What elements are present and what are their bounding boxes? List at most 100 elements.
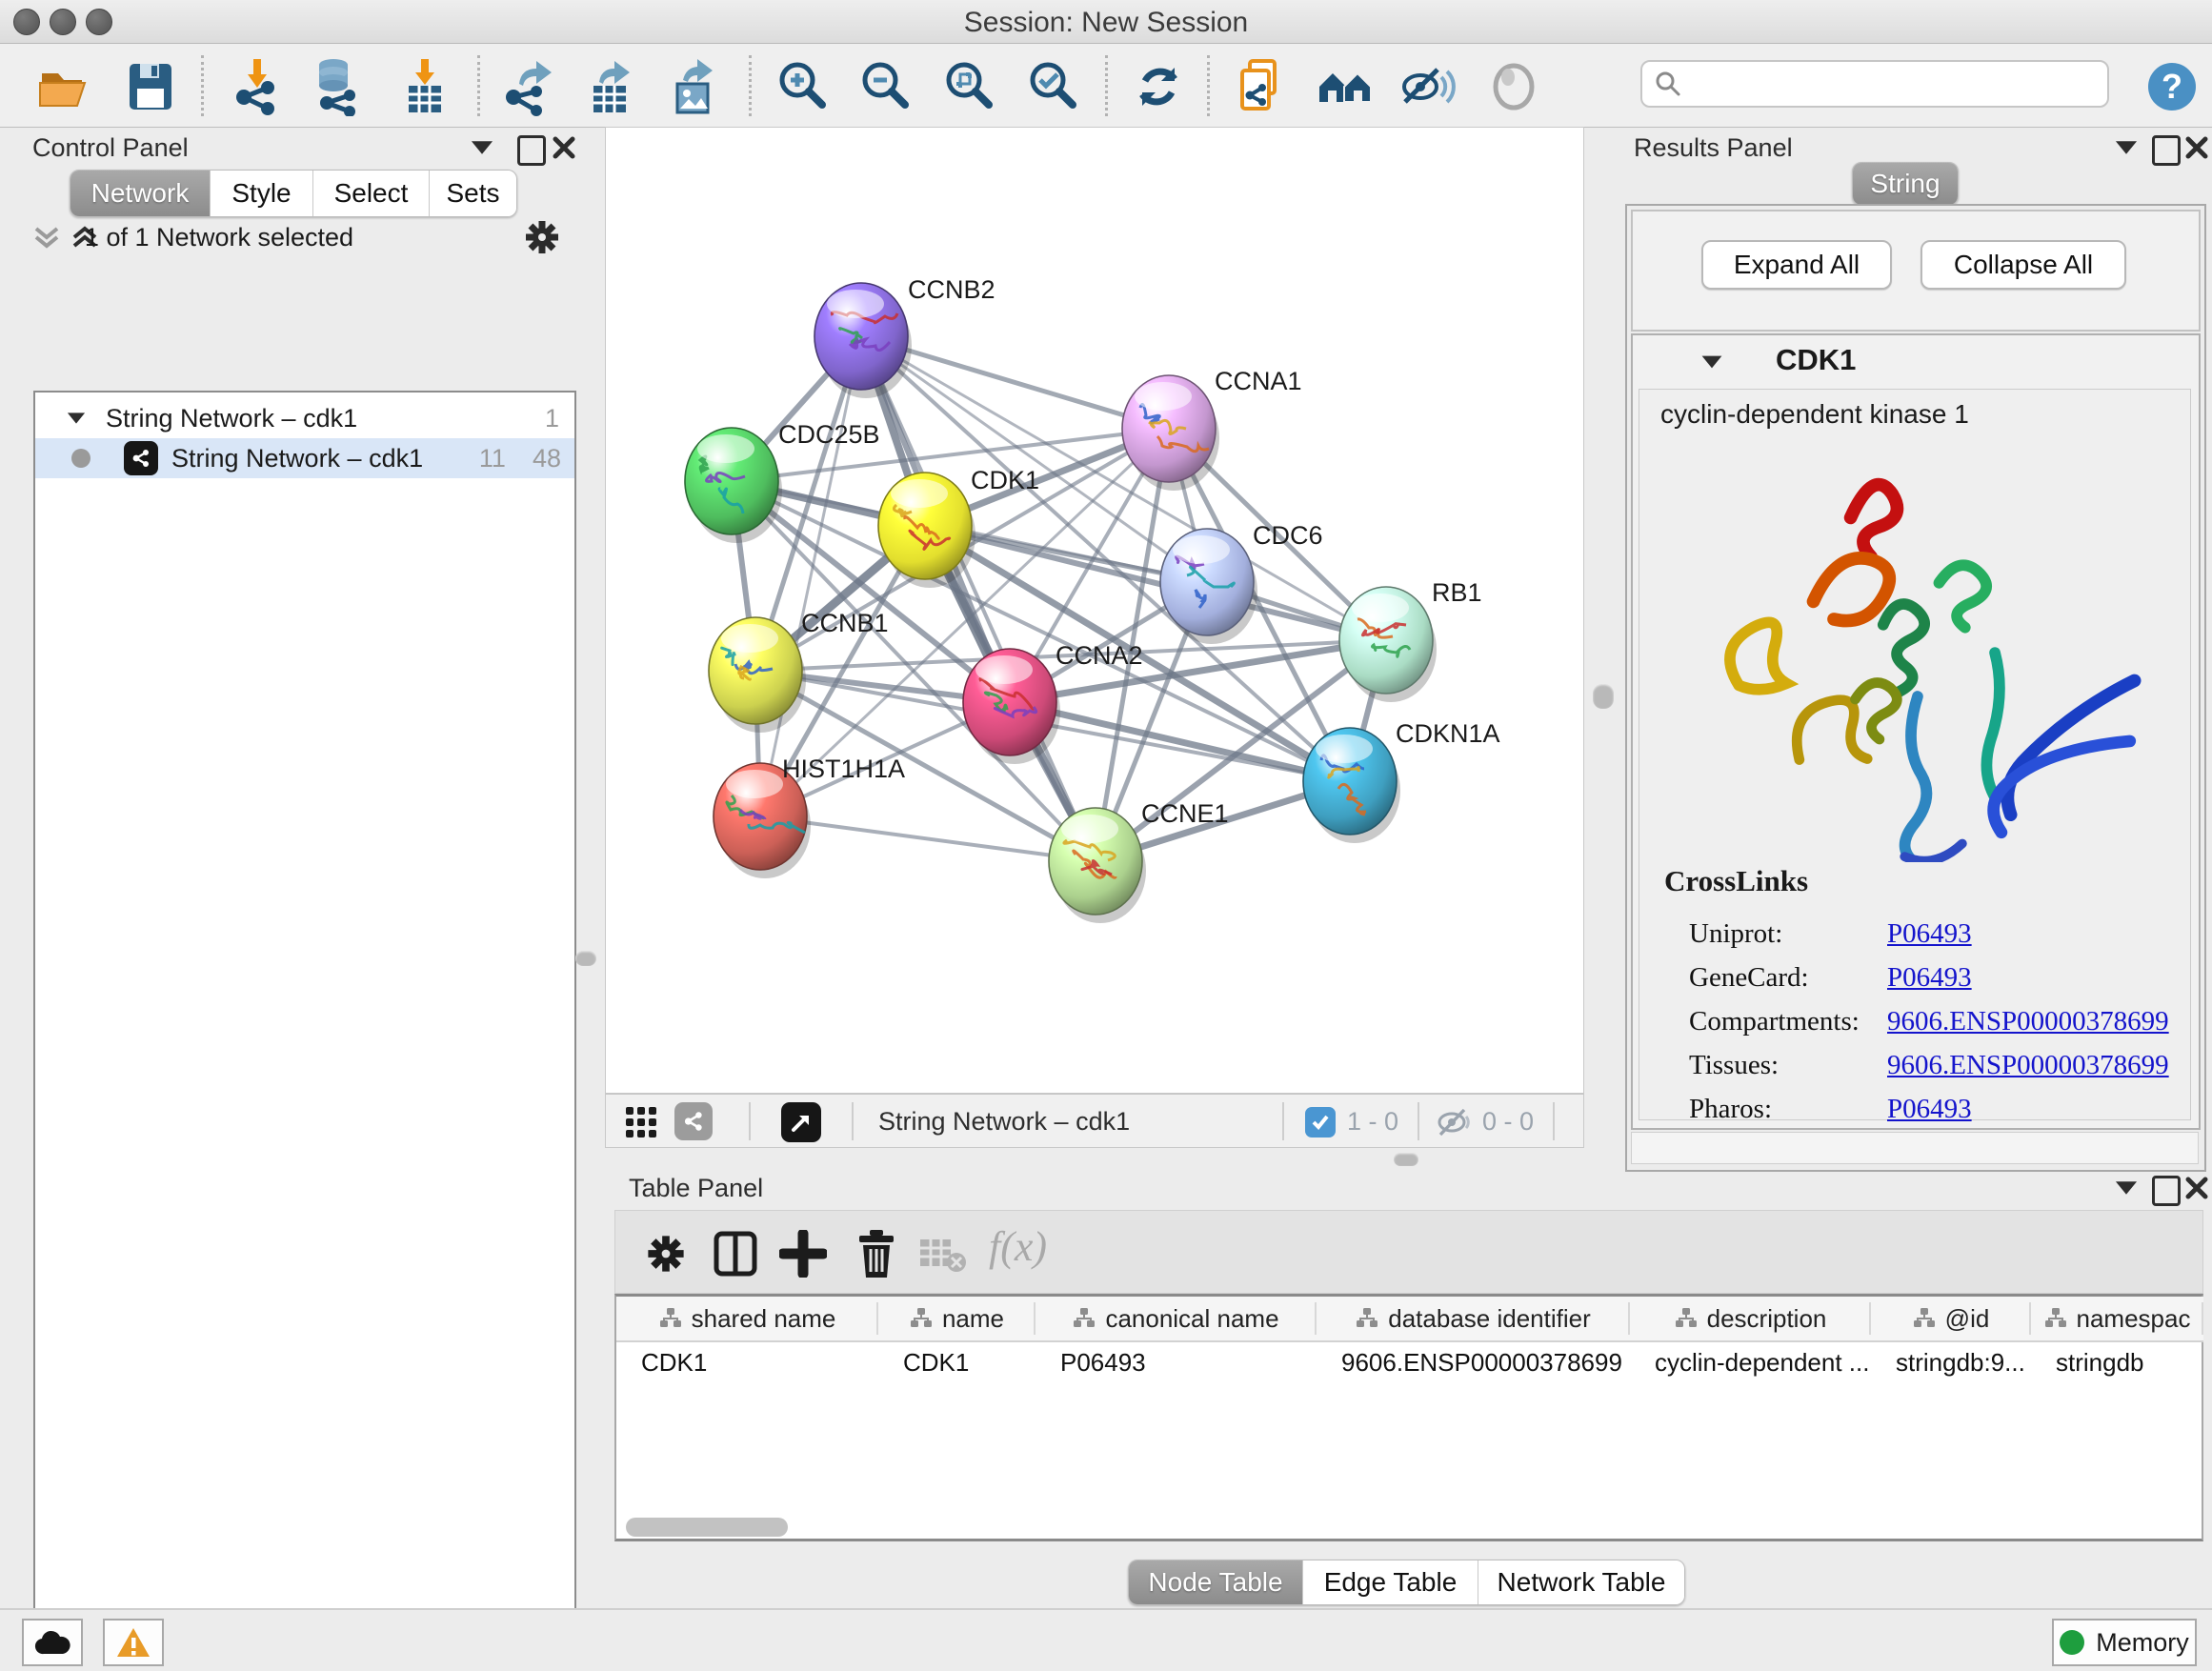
- zoom-out-button[interactable]: [855, 56, 915, 117]
- tab-node-table[interactable]: Node Table: [1129, 1560, 1303, 1604]
- crosslink-link[interactable]: P06493: [1887, 962, 1972, 994]
- expand-all-button[interactable]: Expand All: [1701, 240, 1892, 290]
- maximize-panel-icon[interactable]: [2152, 1176, 2181, 1206]
- tab-string[interactable]: String: [1853, 163, 1958, 205]
- home-button[interactable]: [1316, 56, 1377, 117]
- crosslinks-list: Uniprot:P06493GeneCard:P06493Compartment…: [1689, 912, 2175, 1131]
- close-panel-icon[interactable]: [2184, 1176, 2209, 1200]
- selected-checkbox-icon[interactable]: [1305, 1107, 1336, 1137]
- svg-text:?: ?: [2162, 67, 2182, 106]
- tab-network-table[interactable]: Network Table: [1478, 1560, 1684, 1604]
- column-header-namespac[interactable]: namespac: [2031, 1297, 2203, 1342]
- hidden-eye-icon[interactable]: [1435, 1106, 1473, 1138]
- toolbar-separator: [749, 55, 752, 116]
- close-panel-icon[interactable]: [2184, 135, 2209, 160]
- grid-view-icon[interactable]: [625, 1106, 657, 1138]
- help-button[interactable]: ?: [2142, 56, 2202, 117]
- export-image-button[interactable]: [663, 56, 724, 117]
- left-splitter-handle[interactable]: [575, 951, 596, 966]
- table-options-gear-icon[interactable]: [644, 1232, 688, 1276]
- export-network-button[interactable]: [499, 56, 560, 117]
- cytoscape-window: Session: New Session: [0, 0, 2212, 1671]
- float-panel-icon[interactable]: [2116, 141, 2137, 154]
- node-CCNB2[interactable]: CCNB2: [814, 275, 995, 398]
- column-header-description[interactable]: description: [1630, 1297, 1871, 1342]
- node-CDC6[interactable]: CDC6: [1160, 521, 1323, 644]
- float-panel-icon[interactable]: [472, 141, 493, 154]
- node-CDKN1A[interactable]: CDKN1A: [1303, 719, 1500, 843]
- network-canvas[interactable]: CCNB2CCNA1CDC25BCDK1CDC6RB1CCNB1CCNA2CDK…: [605, 127, 1584, 1094]
- tree-expand-icon[interactable]: [68, 413, 85, 423]
- crosslink-label: Pharos:: [1689, 1094, 1887, 1125]
- table-hscrollbar-thumb[interactable]: [626, 1518, 788, 1537]
- save-session-button[interactable]: [120, 56, 181, 117]
- network-row-selected[interactable]: String Network – cdk1 11 48: [35, 438, 574, 478]
- options-gear-icon[interactable]: [522, 217, 562, 257]
- node-CCNE1[interactable]: CCNE1: [1049, 799, 1229, 923]
- delete-column-icon[interactable]: [855, 1228, 897, 1279]
- share-document-button[interactable]: [1230, 56, 1291, 117]
- search-field[interactable]: [1640, 60, 2109, 108]
- memory-button[interactable]: Memory: [2052, 1619, 2197, 1666]
- tab-style[interactable]: Style: [211, 171, 313, 216]
- export-table-button[interactable]: [581, 56, 642, 117]
- network-style-icon[interactable]: [674, 1102, 713, 1140]
- cell--id[interactable]: stringdb:9...: [1871, 1342, 2031, 1382]
- column-header--id[interactable]: @id: [1871, 1297, 2031, 1342]
- section-collapse-icon[interactable]: [1702, 356, 1722, 369]
- cell-name[interactable]: CDK1: [878, 1342, 1036, 1382]
- right-splitter-handle[interactable]: [1593, 684, 1614, 709]
- crosslink-label: Compartments:: [1689, 1006, 1887, 1037]
- refresh-button[interactable]: [1128, 56, 1189, 117]
- cell-canonical-name[interactable]: P06493: [1036, 1342, 1317, 1382]
- maximize-panel-icon[interactable]: [2152, 135, 2181, 166]
- preview-button[interactable]: [1483, 56, 1544, 117]
- import-table-button[interactable]: [394, 56, 455, 117]
- column-header-database-identifier[interactable]: database identifier: [1317, 1297, 1630, 1342]
- crosslink-link[interactable]: 9606.ENSP00000378699: [1887, 1006, 2169, 1037]
- float-panel-icon[interactable]: [2116, 1181, 2137, 1195]
- bottom-splitter-handle[interactable]: [1394, 1153, 1418, 1166]
- maximize-panel-icon[interactable]: [517, 135, 546, 166]
- collapse-all-button[interactable]: Collapse All: [1920, 240, 2126, 290]
- network-collection-row[interactable]: String Network – cdk1 1: [35, 398, 574, 438]
- zoom-selected-button[interactable]: [1022, 56, 1083, 117]
- results-scroll-strip[interactable]: [1631, 1132, 2199, 1164]
- node-RB1[interactable]: RB1: [1339, 578, 1482, 702]
- import-network-file-button[interactable]: [227, 56, 288, 117]
- cell-database-identifier[interactable]: 9606.ENSP00000378699: [1317, 1342, 1630, 1382]
- cell-description[interactable]: cyclin-dependent ...: [1630, 1342, 1871, 1382]
- column-header-shared-name[interactable]: shared name: [616, 1297, 878, 1342]
- birdseye-view-icon[interactable]: [781, 1102, 821, 1142]
- main-toolbar: ?: [0, 44, 2212, 128]
- cell-namespac[interactable]: stringdb: [2031, 1342, 2203, 1382]
- open-session-button[interactable]: [34, 56, 95, 117]
- node-label-CDK1: CDK1: [971, 466, 1039, 494]
- crosslink-link[interactable]: P06493: [1887, 918, 1972, 950]
- close-panel-icon[interactable]: [552, 135, 576, 160]
- edge-CCNA2-CDKN1A[interactable]: [1010, 702, 1350, 781]
- crosslink-link[interactable]: 9606.ENSP00000378699: [1887, 1050, 2169, 1081]
- tab-select[interactable]: Select: [313, 171, 430, 216]
- cell-shared-name[interactable]: CDK1: [616, 1342, 878, 1382]
- node-HIST1H1A[interactable]: HIST1H1A: [714, 755, 905, 878]
- gene-section: CDK1 cyclin-dependent kinase 1: [1631, 333, 2201, 1130]
- import-network-database-button[interactable]: [309, 56, 370, 117]
- warning-status-button[interactable]: [103, 1619, 164, 1666]
- zoom-fit-button[interactable]: [938, 56, 999, 117]
- tab-network[interactable]: Network: [70, 171, 211, 216]
- node-CDK1[interactable]: CDK1: [878, 466, 1039, 588]
- add-column-icon[interactable]: [779, 1230, 827, 1278]
- column-header-canonical-name[interactable]: canonical name: [1036, 1297, 1317, 1342]
- show-columns-icon[interactable]: [713, 1230, 758, 1278]
- tab-edge-table[interactable]: Edge Table: [1303, 1560, 1478, 1604]
- hide-unhide-button[interactable]: [1398, 56, 1458, 117]
- column-label: namespac: [2077, 1304, 2191, 1334]
- crosslink-link[interactable]: P06493: [1887, 1094, 1972, 1125]
- zoom-in-button[interactable]: [772, 56, 833, 117]
- cloud-status-button[interactable]: [22, 1619, 83, 1666]
- control-panel-title: Control Panel: [32, 133, 189, 163]
- edge-HIST1H1A-CCNB2[interactable]: [760, 336, 861, 816]
- column-header-name[interactable]: name: [878, 1297, 1036, 1342]
- tab-sets[interactable]: Sets: [430, 171, 516, 216]
